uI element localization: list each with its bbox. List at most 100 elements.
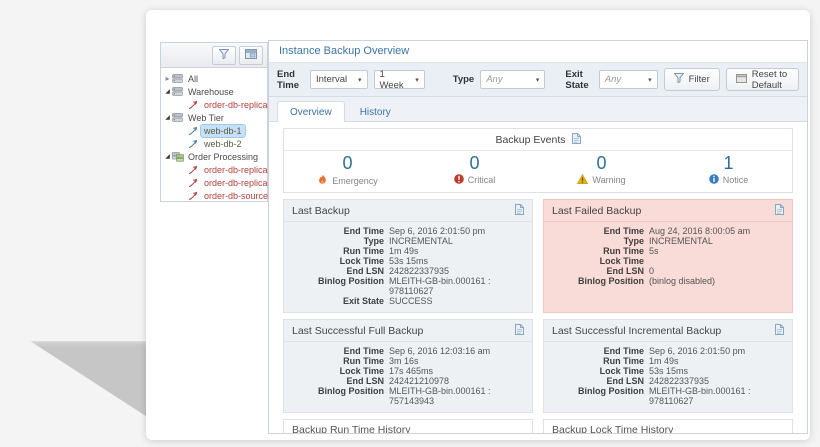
event-stat-notice: 1 Notice <box>665 153 792 187</box>
panel-header: Last Failed Backup <box>544 200 792 222</box>
detail-row: Run Time 3m 16s <box>292 356 524 366</box>
exit-state-select[interactable]: Any ▾ <box>598 70 658 89</box>
page-title: Instance Backup Overview <box>269 41 807 63</box>
type-select[interactable]: Any ▾ <box>480 70 546 89</box>
detail-label: End LSN <box>606 376 645 386</box>
report-doc-icon[interactable] <box>775 204 784 218</box>
tree-item-label: Web Tier <box>188 112 224 123</box>
reset-to-default-button[interactable]: Reset to Default <box>725 68 799 91</box>
detail-row: End LSN 242822337935 <box>552 376 784 386</box>
overview-content: Backup Events 0 Emergency 0 Critical 0 Warnin… <box>269 122 807 433</box>
panel-title: Last Successful Incremental Backup <box>552 325 722 337</box>
panel-title: Last Successful Full Backup <box>292 325 424 337</box>
detail-row: End Time Sep 6, 2016 12:03:16 am <box>292 346 524 356</box>
exit-state-label: Exit State <box>565 68 589 91</box>
detail-row: Run Time 1m 49s <box>552 356 784 366</box>
event-count-warning[interactable]: 0 <box>538 153 665 173</box>
detail-value: Sep 6, 2016 2:01:50 pm <box>649 346 746 356</box>
flame-icon <box>317 174 328 187</box>
detail-label: Binlog Position <box>318 276 384 286</box>
detail-label: Run Time <box>343 246 384 256</box>
type-label: Type <box>452 74 475 85</box>
tree-item-web-db-2[interactable]: web-db-2 <box>163 137 265 150</box>
detail-row: Binlog Position MLEITH-GB-bin.000161 : 97… <box>292 276 524 296</box>
backup-events-stats: 0 Emergency 0 Critical 0 Warning 1 Notice <box>284 151 792 192</box>
tree-item-label: Warehouse <box>188 86 234 97</box>
event-stat-critical: 0 Critical <box>411 153 538 187</box>
tree-item-web-db-1[interactable]: web-db-1 <box>163 123 265 138</box>
tree-expanded-icon[interactable]: ◢ <box>163 88 172 95</box>
detail-row: Lock Time 53s 15ms <box>552 366 784 376</box>
instance-icon <box>188 165 201 175</box>
tree-item-web-tier[interactable]: ◢ Web Tier <box>163 111 265 124</box>
chevron-down-icon: ▾ <box>358 76 362 84</box>
report-doc-icon[interactable] <box>515 204 524 218</box>
report-doc-icon[interactable] <box>515 324 524 338</box>
event-count-critical[interactable]: 0 <box>411 153 538 173</box>
detail-row: Type INCREMENTAL <box>292 236 524 246</box>
report-doc-icon[interactable] <box>775 324 784 338</box>
detail-row: Run Time 5s <box>552 246 784 256</box>
detail-label: Run Time <box>603 246 644 256</box>
panel-icon <box>245 46 257 64</box>
tree-item-label: order-db-replica-1 <box>204 164 276 175</box>
critical-icon <box>453 174 464 186</box>
backup-events-panel: Backup Events 0 Emergency 0 Critical 0 Warnin… <box>283 128 793 193</box>
detail-label: End Time <box>603 226 644 236</box>
detail-row: Binlog Position MLEITH-GB-bin.000161 : 97… <box>552 386 784 406</box>
chevron-down-icon: ▾ <box>648 76 652 84</box>
tree-item-order-db-replica-2[interactable]: order-db-replica-2 <box>163 98 276 111</box>
detail-value: 17s 465ms <box>389 366 434 376</box>
interval-range-select[interactable]: 1 Week ▾ <box>373 69 425 91</box>
event-label-text: Critical <box>467 175 496 185</box>
detail-row: End LSN 242421210978 <box>292 376 524 386</box>
detail-row: End Time Sep 6, 2016 2:01:50 pm <box>292 226 524 236</box>
asset-tree-panel: ▸ All ◢ Warehouse order-db-replica-2 ◢ Web Tie… <box>160 42 276 202</box>
report-doc-icon[interactable] <box>571 133 581 147</box>
tree-item-label: order-db-replica-2 <box>204 99 276 110</box>
tab-overview[interactable]: Overview <box>277 101 345 122</box>
notice-icon <box>708 174 719 186</box>
filter-bar: End Time Interval ▾ 1 Week ▾ Type Any ▾ Exi… <box>269 63 807 97</box>
tree-expanded-icon[interactable]: ◢ <box>163 153 172 160</box>
funnel-icon <box>218 46 230 64</box>
filter-button[interactable]: Filter <box>663 68 720 91</box>
tree-item-order-db-replica-1[interactable]: order-db-replica-1 <box>163 163 276 176</box>
panel-last-failed-backup: Last Failed Backup End Time Aug 24, 2016 8… <box>543 199 793 313</box>
panel-body: End Time Sep 6, 2016 2:01:50 pm Type INCREM… <box>284 222 532 312</box>
panel-last-backup: Last Backup End Time Sep 6, 2016 2:01:50 p… <box>283 199 533 313</box>
detail-value: (binlog disabled) <box>649 276 716 286</box>
tree-item-order-db-replica-2[interactable]: order-db-replica-2 <box>163 176 276 189</box>
end-time-mode-select[interactable]: Interval ▾ <box>309 70 368 89</box>
tree-item-all[interactable]: ▸ All <box>163 72 265 85</box>
tree-panel-toggle-button[interactable] <box>239 45 263 65</box>
instance-icon <box>188 126 201 136</box>
tree-filter-button[interactable] <box>212 45 236 65</box>
panel-backup-lock-time-history: Backup Lock Time History53s 15ms <box>543 419 793 433</box>
tree-item-order-db-source[interactable]: order-db-source <box>163 189 268 202</box>
tree-item-label: All <box>188 73 199 84</box>
instance-icon <box>188 178 201 188</box>
app-window: ▸ All ◢ Warehouse order-db-replica-2 ◢ Web Tie… <box>146 10 810 440</box>
asset-tree-toolbar <box>161 43 267 68</box>
tab-history[interactable]: History <box>347 101 404 122</box>
detail-value: INCREMENTAL <box>649 236 713 246</box>
backup-events-header: Backup Events <box>284 129 792 151</box>
panel-body: End Time Sep 6, 2016 12:03:16 am Run Time 3… <box>284 342 532 412</box>
tree-expanded-icon[interactable]: ◢ <box>163 114 172 121</box>
event-label-notice: Notice <box>665 174 792 186</box>
server-icon <box>172 87 185 96</box>
detail-value: 1m 49s <box>389 246 419 256</box>
event-label-text: Warning <box>592 175 626 185</box>
detail-row: Binlog Position (binlog disabled) <box>552 276 784 286</box>
detail-label: Lock Time <box>599 366 644 376</box>
tree-item-label: web-db-2 <box>204 138 242 149</box>
tree-collapsed-icon[interactable]: ▸ <box>163 74 172 83</box>
tree-item-order-processing[interactable]: ◢ Order Processing <box>163 150 265 163</box>
server-icon <box>172 113 185 122</box>
detail-row: Exit State SUCCESS <box>292 296 524 306</box>
panel-last-successful-incremental-backup: Last Successful Incremental Backup End Ti… <box>543 319 793 413</box>
event-count-notice[interactable]: 1 <box>665 153 792 173</box>
tree-item-warehouse[interactable]: ◢ Warehouse <box>163 85 265 98</box>
event-count-emergency[interactable]: 0 <box>284 153 411 173</box>
